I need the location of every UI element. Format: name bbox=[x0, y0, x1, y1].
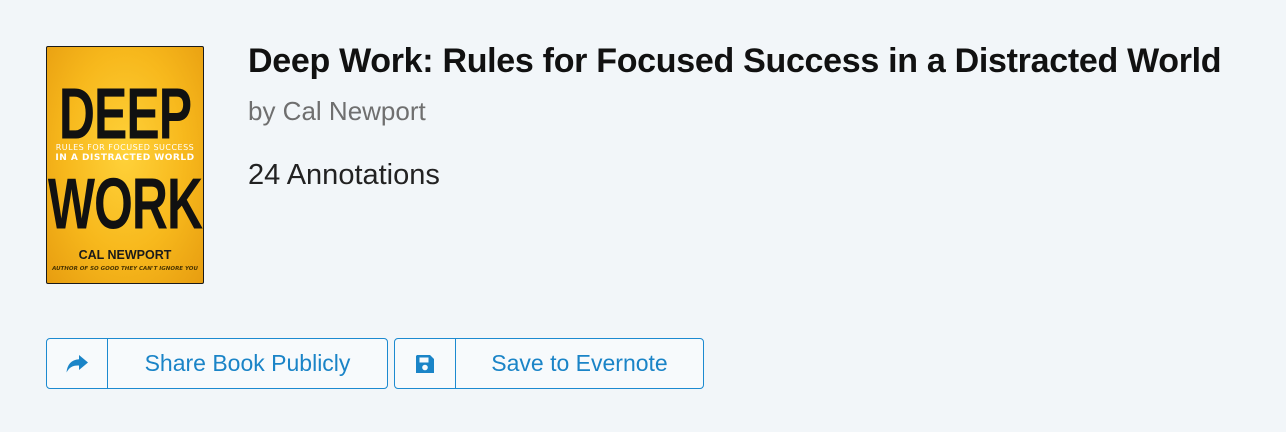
cover-author: CAL NEWPORT bbox=[78, 248, 172, 262]
share-book-label: Share Book Publicly bbox=[144, 350, 351, 376]
cover-title-work: WORK bbox=[47, 163, 203, 245]
floppy-disk-icon bbox=[395, 339, 456, 388]
share-arrow-icon bbox=[47, 339, 108, 388]
book-author: by Cal Newport bbox=[248, 96, 426, 126]
annotation-count: 24 Annotations bbox=[248, 159, 440, 191]
cover-tagline: AUTHOR OF SO GOOD THEY CAN'T IGNORE YOU bbox=[52, 266, 198, 272]
share-book-button[interactable]: Share Book Publicly bbox=[46, 338, 388, 389]
book-cover: DEEP RULES FOR FOCUSED SUCCESS IN A DIST… bbox=[46, 46, 204, 284]
book-title: Deep Work: Rules for Focused Success in … bbox=[248, 42, 1222, 80]
cover-subtitle-line1: RULES FOR FOCUSED SUCCESS bbox=[55, 143, 195, 152]
save-to-evernote-button[interactable]: Save to Evernote bbox=[394, 338, 704, 389]
save-to-evernote-label: Save to Evernote bbox=[491, 350, 668, 376]
